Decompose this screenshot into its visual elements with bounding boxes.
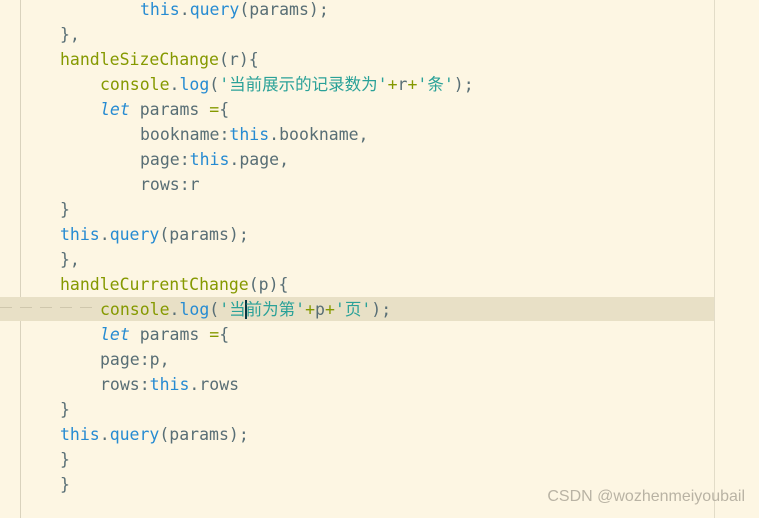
code-token: '条' (417, 75, 454, 94)
code-token: '页' (334, 300, 372, 319)
code-token: p (315, 300, 325, 319)
code-token: . (169, 300, 180, 319)
code-token: this (140, 0, 180, 19)
code-token: log (179, 300, 210, 319)
code-line[interactable]: }, (0, 22, 714, 47)
code-token: = (209, 100, 220, 119)
code-token: rows:r (140, 175, 200, 194)
code-line[interactable]: console.log('当前展示的记录数为'+r+'条'); (0, 72, 714, 97)
code-token: { (219, 100, 230, 119)
code-token: } (60, 475, 70, 494)
code-token: this (229, 125, 270, 144)
code-line[interactable]: handleCurrentChange(p){ (0, 272, 714, 297)
code-token: 前为第' (245, 300, 306, 319)
code-token: ( (209, 75, 220, 94)
code-token: (p){ (248, 275, 289, 294)
code-token: (params); (159, 425, 249, 444)
code-token: let (100, 325, 130, 344)
code-token: (params); (239, 0, 329, 19)
code-token: handleSizeChange (60, 50, 219, 69)
code-token: ( (209, 300, 220, 319)
code-token: ); (453, 75, 474, 94)
code-line[interactable]: let params ={ (0, 322, 714, 347)
code-token: + (324, 300, 335, 319)
code-token: } (60, 200, 70, 219)
code-token: params (129, 325, 210, 344)
code-area[interactable]: this.query(params);}, handleSizeChange(r)… (0, 0, 714, 497)
code-token: page:p, (100, 350, 170, 369)
code-token: console (100, 300, 170, 319)
watermark: CSDN @wozhenmeiyoubail (547, 488, 745, 505)
code-line[interactable]: }, (0, 247, 714, 272)
code-line[interactable]: handleSizeChange(r){ (0, 47, 714, 72)
code-token: = (209, 325, 220, 344)
code-token: .rows (189, 375, 240, 394)
code-line-current[interactable]: console.log('当前为第'+p+'页'); (0, 297, 714, 322)
code-token: (params); (159, 225, 249, 244)
code-line[interactable]: } (0, 447, 714, 472)
code-token: handleCurrentChange (60, 275, 249, 294)
code-token: . (169, 75, 180, 94)
code-line[interactable]: rows:r (0, 172, 714, 197)
code-token: }, (60, 250, 80, 269)
code-token: + (387, 75, 398, 94)
code-token: this (189, 150, 230, 169)
code-token: .bookname, (269, 125, 369, 144)
code-line[interactable]: rows:this.rows (0, 372, 714, 397)
code-line[interactable]: page:this.page, (0, 147, 714, 172)
code-line[interactable]: } (0, 397, 714, 422)
code-line[interactable]: this.query(params); (0, 0, 714, 22)
code-token: .page, (229, 150, 290, 169)
code-line[interactable]: this.query(params); (0, 222, 714, 247)
code-token: rows: (100, 375, 150, 394)
code-token: + (305, 300, 316, 319)
code-token: }, (60, 25, 80, 44)
code-token: '当 (219, 300, 246, 319)
code-line[interactable]: bookname:this.bookname, (0, 122, 714, 147)
code-token: console (100, 75, 170, 94)
code-token: params (129, 100, 210, 119)
code-token: + (407, 75, 418, 94)
code-token: query (109, 225, 160, 244)
code-token: { (219, 325, 230, 344)
code-token: } (60, 400, 70, 419)
code-editor[interactable]: this.query(params);}, handleSizeChange(r)… (0, 0, 759, 518)
code-token: log (179, 75, 210, 94)
code-line[interactable]: let params ={ (0, 97, 714, 122)
code-token: this (60, 225, 100, 244)
code-token: query (189, 0, 240, 19)
code-line[interactable]: this.query(params); (0, 422, 714, 447)
code-line[interactable]: } (0, 197, 714, 222)
code-token: . (179, 0, 190, 19)
code-token: '当前展示的记录数为' (219, 75, 388, 94)
code-token: this (149, 375, 190, 394)
code-token: (r){ (218, 50, 259, 69)
code-token: page: (140, 150, 190, 169)
print-margin (714, 0, 715, 518)
code-token: } (60, 450, 70, 469)
code-token: query (109, 425, 160, 444)
code-line[interactable]: page:p, (0, 347, 714, 372)
code-token: . (99, 225, 110, 244)
code-token: bookname: (140, 125, 230, 144)
code-token: r (397, 75, 408, 94)
code-token: ); (371, 300, 392, 319)
code-token: this (60, 425, 100, 444)
code-token: . (99, 425, 110, 444)
code-token: let (100, 100, 130, 119)
